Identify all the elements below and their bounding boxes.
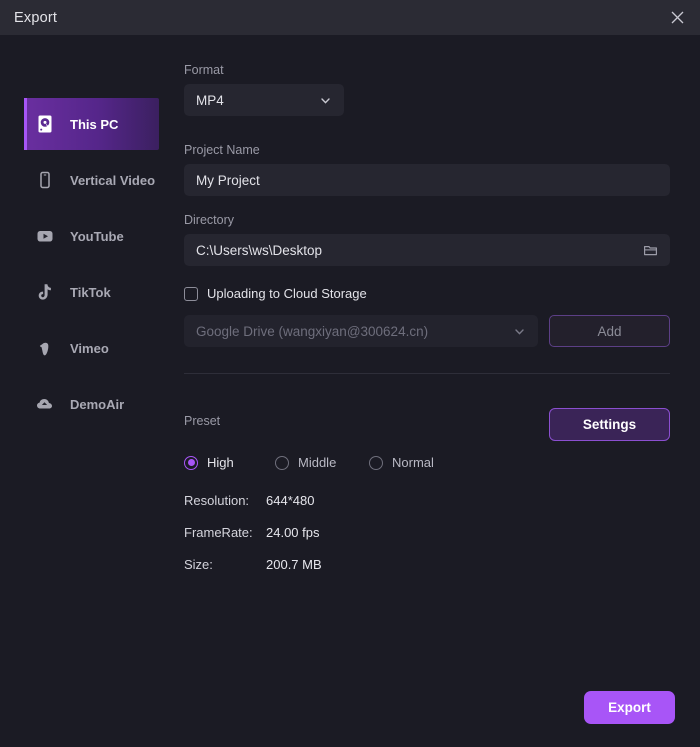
section-divider xyxy=(184,373,670,374)
youtube-icon xyxy=(28,226,62,246)
folder-icon[interactable] xyxy=(643,243,658,258)
directory-input[interactable]: C:\Users\ws\Desktop xyxy=(184,234,670,266)
sidebar-item-label: YouTube xyxy=(70,229,124,244)
sidebar-item-demoair[interactable]: DemoAir xyxy=(24,378,159,430)
sidebar-item-this-pc[interactable]: This PC xyxy=(24,98,159,150)
preset-radio-group: High Middle Normal xyxy=(184,455,670,470)
chevron-down-icon xyxy=(319,94,332,107)
cloud-upload-checkbox[interactable] xyxy=(184,287,198,301)
directory-field: Directory C:\Users\ws\Desktop xyxy=(184,213,670,266)
cloud-account-value: Google Drive (wangxiyan@300624.cn) xyxy=(196,324,513,339)
project-name-label: Project Name xyxy=(184,143,670,157)
spec-value: 644*480 xyxy=(266,493,314,508)
add-cloud-account-button[interactable]: Add xyxy=(549,315,670,347)
cloud-upload-checkbox-row[interactable]: Uploading to Cloud Storage xyxy=(184,286,670,301)
format-select[interactable]: MP4 xyxy=(184,84,344,116)
add-button-label: Add xyxy=(597,324,621,339)
cloud-account-select[interactable]: Google Drive (wangxiyan@300624.cn) xyxy=(184,315,538,347)
spec-key: FrameRate: xyxy=(184,525,266,540)
tiktok-icon xyxy=(28,282,62,302)
cloud-upload-icon xyxy=(28,394,62,414)
spec-row-size: Size: 200.7 MB xyxy=(184,557,670,572)
spec-value: 24.00 fps xyxy=(266,525,320,540)
export-button-label: Export xyxy=(608,700,651,715)
directory-value: C:\Users\ws\Desktop xyxy=(196,243,643,258)
cloud-account-row: Google Drive (wangxiyan@300624.cn) Add xyxy=(184,315,670,347)
sidebar-item-vimeo[interactable]: Vimeo xyxy=(24,322,159,374)
preset-option-normal[interactable]: Normal xyxy=(369,455,434,470)
preset-option-high[interactable]: High xyxy=(184,455,275,470)
preset-option-middle[interactable]: Middle xyxy=(275,455,369,470)
spec-value: 200.7 MB xyxy=(266,557,322,572)
sidebar-item-label: This PC xyxy=(70,117,118,132)
chevron-down-icon xyxy=(513,325,526,338)
cloud-upload-label: Uploading to Cloud Storage xyxy=(207,286,367,301)
sidebar-item-tiktok[interactable]: TikTok xyxy=(24,266,159,318)
title-bar: Export xyxy=(0,0,700,35)
spec-key: Size: xyxy=(184,557,266,572)
sidebar-item-label: DemoAir xyxy=(70,397,124,412)
window-title: Export xyxy=(14,10,57,26)
sidebar-item-vertical-video[interactable]: Vertical Video xyxy=(24,154,159,206)
smartphone-icon xyxy=(28,170,62,190)
project-name-input[interactable]: My Project xyxy=(184,164,670,196)
hard-drive-icon xyxy=(28,114,62,134)
export-dialog: Export This PC xyxy=(0,0,700,747)
settings-button-label: Settings xyxy=(583,417,636,432)
close-button[interactable] xyxy=(654,0,700,35)
radio-icon[interactable] xyxy=(275,456,289,470)
close-icon xyxy=(671,11,684,24)
vimeo-icon xyxy=(28,338,62,358)
spec-key: Resolution: xyxy=(184,493,266,508)
sidebar-item-label: Vertical Video xyxy=(70,173,155,188)
settings-button[interactable]: Settings xyxy=(549,408,670,441)
format-field: Format MP4 xyxy=(184,63,344,116)
preset-option-label: High xyxy=(207,455,234,470)
cloud-upload-section: Uploading to Cloud Storage Google Drive … xyxy=(184,286,670,347)
radio-icon[interactable] xyxy=(184,456,198,470)
preset-option-label: Middle xyxy=(298,455,336,470)
spec-row-framerate: FrameRate: 24.00 fps xyxy=(184,525,670,540)
preset-option-label: Normal xyxy=(392,455,434,470)
spec-row-resolution: Resolution: 644*480 xyxy=(184,493,670,508)
sidebar-item-youtube[interactable]: YouTube xyxy=(24,210,159,262)
preset-label: Preset xyxy=(184,414,220,428)
project-name-field: Project Name My Project xyxy=(184,143,670,196)
preset-section: Preset Settings High Middle Normal xyxy=(184,408,670,572)
sidebar-item-label: Vimeo xyxy=(70,341,109,356)
preset-header: Preset Settings xyxy=(184,408,670,441)
format-label: Format xyxy=(184,63,344,77)
directory-label: Directory xyxy=(184,213,670,227)
sidebar-item-label: TikTok xyxy=(70,285,111,300)
radio-icon[interactable] xyxy=(369,456,383,470)
destination-sidebar: This PC Vertical Video YouTube xyxy=(0,35,175,747)
format-value: MP4 xyxy=(196,93,319,108)
export-button[interactable]: Export xyxy=(584,691,675,724)
project-name-value: My Project xyxy=(196,173,658,188)
